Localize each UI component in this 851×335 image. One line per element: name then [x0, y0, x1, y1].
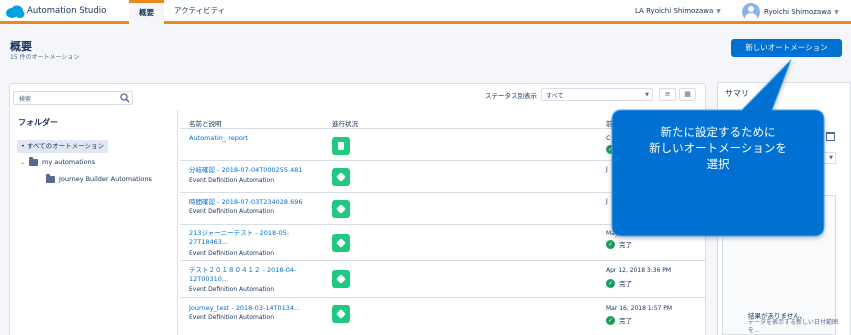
callout-text: 新たに設定するために 新しいオートメーションを 選択 — [616, 124, 820, 172]
callout-line: 新たに設定するために — [660, 125, 776, 139]
callout-line: 選択 — [706, 157, 730, 171]
callout-line: 新しいオートメーションを — [649, 141, 787, 155]
